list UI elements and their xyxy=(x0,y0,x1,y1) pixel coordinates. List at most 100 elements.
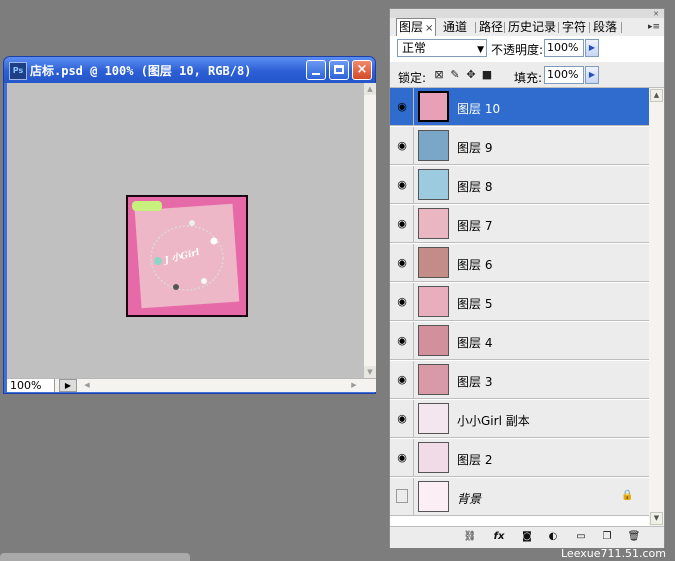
layer-style-icon[interactable]: fx xyxy=(491,530,507,544)
canvas-image[interactable]: J 小Girl xyxy=(126,195,248,317)
visibility-toggle[interactable]: ◉ xyxy=(390,88,414,125)
status-menu-button[interactable]: ▶ xyxy=(59,379,77,392)
photoshop-icon: Ps xyxy=(9,62,27,80)
layer-thumbnail[interactable] xyxy=(418,325,449,356)
adjustment-layer-icon[interactable]: ◐ xyxy=(545,530,561,544)
layer-row[interactable]: ◉ 图层 3 xyxy=(390,361,649,399)
layer-name[interactable]: 图层 4 xyxy=(457,334,492,351)
document-status-bar: 100% ▶ ◀ ▶ xyxy=(7,378,376,392)
layer-row[interactable]: ◉ 图层 4 xyxy=(390,322,649,360)
tab-paragraph[interactable]: 段落 xyxy=(592,19,618,35)
minimize-button[interactable] xyxy=(306,60,326,80)
blend-mode-select[interactable]: 正常 ▼ xyxy=(397,39,487,57)
layer-row[interactable]: ◉ 小小Girl 副本 xyxy=(390,400,649,438)
visibility-toggle[interactable]: ◉ xyxy=(390,361,414,398)
layer-row[interactable]: ◉ 图层 10 xyxy=(390,88,649,126)
scroll-up-arrow-icon[interactable]: ▲ xyxy=(364,83,376,95)
lock-image-icon[interactable]: ✎ xyxy=(449,69,461,81)
layer-name[interactable]: 图层 5 xyxy=(457,295,492,312)
tab-paths[interactable]: 路径 xyxy=(478,19,504,35)
eye-icon: ◉ xyxy=(397,178,407,191)
layer-thumbnail[interactable] xyxy=(418,442,449,473)
visibility-toggle[interactable]: ◉ xyxy=(390,127,414,164)
layer-thumbnail[interactable] xyxy=(418,247,449,278)
eye-icon: ◉ xyxy=(397,139,407,152)
visibility-toggle[interactable]: ◉ xyxy=(390,166,414,203)
tab-layers[interactable]: 图层 × xyxy=(396,18,437,36)
new-group-icon[interactable]: ▭ xyxy=(573,530,589,544)
layer-name[interactable]: 图层 9 xyxy=(457,139,492,156)
panel-drag-bar[interactable]: ✕ xyxy=(390,9,664,18)
eye-icon: ◉ xyxy=(397,412,407,425)
fill-input[interactable]: 100% xyxy=(544,66,584,84)
lock-label: 锁定: xyxy=(398,71,427,85)
tab-close-icon[interactable]: × xyxy=(425,23,433,34)
layer-name[interactable]: 图层 2 xyxy=(457,451,492,468)
layer-thumbnail[interactable] xyxy=(418,91,449,122)
layer-name[interactable]: 图层 6 xyxy=(457,256,492,273)
layer-thumbnail[interactable] xyxy=(418,208,449,239)
layer-name[interactable]: 图层 10 xyxy=(457,100,500,117)
layer-name[interactable]: 背景 xyxy=(457,490,481,507)
layer-row[interactable]: ◉ 图层 5 xyxy=(390,283,649,321)
panel-tabs: 图层 × 通道 路径 历史记录 字符 段落 xyxy=(396,18,664,36)
blend-row: 正常 ▼ 不透明度: 100% ▶ xyxy=(390,36,664,62)
layer-name[interactable]: 图层 3 xyxy=(457,373,492,390)
tab-character[interactable]: 字符 xyxy=(561,19,587,35)
image-logo xyxy=(132,201,162,211)
tab-history[interactable]: 历史记录 xyxy=(507,19,557,35)
layer-row[interactable]: ◉ 图层 9 xyxy=(390,127,649,165)
layer-row[interactable]: ◉ 图层 7 xyxy=(390,205,649,243)
document-window: Ps 店标.psd @ 100% (图层 10, RGB/8) × J 小Gir… xyxy=(3,56,376,394)
layer-thumbnail[interactable] xyxy=(418,364,449,395)
layer-name[interactable]: 图层 8 xyxy=(457,178,492,195)
layer-thumbnail[interactable] xyxy=(418,481,449,512)
layer-row[interactable]: ◉ 图层 8 xyxy=(390,166,649,204)
document-vertical-scrollbar[interactable]: ▲ ▼ xyxy=(364,83,376,378)
visibility-toggle[interactable]: ◉ xyxy=(390,283,414,320)
visibility-toggle[interactable]: ◉ xyxy=(390,322,414,359)
scroll-up-arrow-icon[interactable]: ▲ xyxy=(650,89,663,102)
panel-bottom-toolbar: ⛓ fx ◙ ◐ ▭ ❐ 🗑 xyxy=(390,526,664,548)
zoom-field[interactable]: 100% xyxy=(7,379,55,392)
visibility-toggle[interactable]: ◉ xyxy=(390,205,414,242)
link-layers-icon[interactable]: ⛓ xyxy=(462,530,478,544)
document-title-bar[interactable]: Ps 店标.psd @ 100% (图层 10, RGB/8) × xyxy=(4,57,375,83)
layer-thumbnail[interactable] xyxy=(418,403,449,434)
opacity-input[interactable]: 100% xyxy=(544,39,584,57)
layer-name[interactable]: 小小Girl 副本 xyxy=(457,412,530,429)
lock-position-icon[interactable]: ✥ xyxy=(465,69,477,81)
taskbar-strip xyxy=(0,553,190,561)
panel-menu-icon[interactable]: ▸≡ xyxy=(648,22,660,32)
layer-name[interactable]: 图层 7 xyxy=(457,217,492,234)
visibility-toggle[interactable]: ◉ xyxy=(390,400,414,437)
fill-slider-button[interactable]: ▶ xyxy=(585,66,599,84)
add-mask-icon[interactable]: ◙ xyxy=(519,530,535,544)
layer-thumbnail[interactable] xyxy=(418,286,449,317)
eye-icon: ◉ xyxy=(397,334,407,347)
opacity-slider-button[interactable]: ▶ xyxy=(585,39,599,57)
new-layer-icon[interactable]: ❐ xyxy=(599,530,615,544)
layer-thumbnail[interactable] xyxy=(418,169,449,200)
canvas-area[interactable]: J 小Girl xyxy=(7,83,364,378)
eye-icon: ◉ xyxy=(397,295,407,308)
scroll-down-arrow-icon[interactable]: ▼ xyxy=(650,512,663,525)
layers-scrollbar[interactable]: ▲ ▼ xyxy=(649,88,664,526)
scroll-left-arrow-icon[interactable]: ◀ xyxy=(81,379,93,392)
layer-row[interactable]: ◉ 图层 6 xyxy=(390,244,649,282)
maximize-button[interactable] xyxy=(329,60,349,80)
delete-layer-icon[interactable]: 🗑 xyxy=(626,530,642,544)
lock-transparent-icon[interactable]: ⊠ xyxy=(433,69,445,81)
scroll-right-arrow-icon[interactable]: ▶ xyxy=(348,379,360,392)
visibility-toggle[interactable] xyxy=(390,478,414,515)
scroll-down-arrow-icon[interactable]: ▼ xyxy=(364,366,376,378)
tab-channels[interactable]: 通道 xyxy=(442,19,468,35)
close-button[interactable]: × xyxy=(352,60,372,80)
layer-thumbnail[interactable] xyxy=(418,130,449,161)
layer-row[interactable]: ◉ 图层 2 xyxy=(390,439,649,477)
panel-close-icon[interactable]: ✕ xyxy=(653,10,659,18)
visibility-toggle[interactable]: ◉ xyxy=(390,439,414,476)
lock-all-icon[interactable]: ■ xyxy=(481,69,493,81)
layer-row[interactable]: 背景 🔒 xyxy=(390,478,649,516)
visibility-toggle[interactable]: ◉ xyxy=(390,244,414,281)
